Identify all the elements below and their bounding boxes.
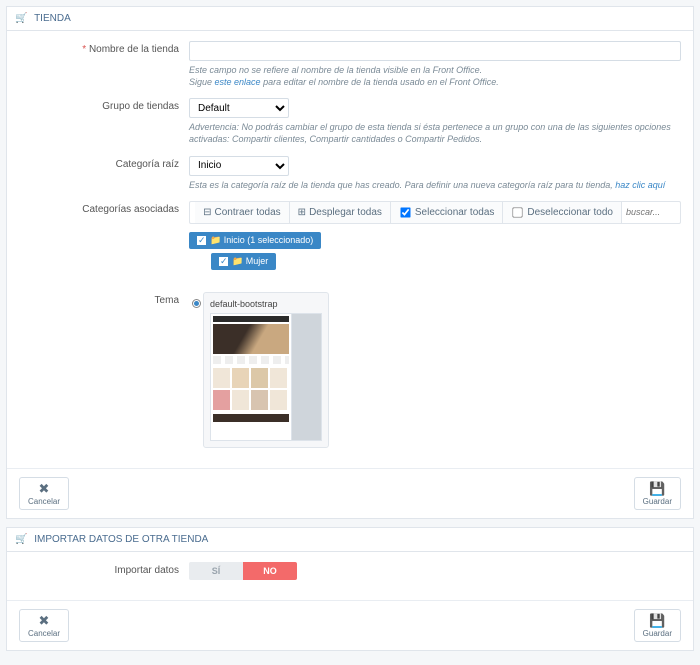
panel-import-header: 🛒 IMPORTAR DATOS DE OTRA TIENDA — [7, 528, 693, 552]
category-search-input[interactable] — [626, 207, 676, 217]
panel-tienda: 🛒 TIENDA * Nombre de la tienda Este camp… — [6, 6, 694, 519]
import-yes[interactable]: SÍ — [189, 562, 243, 580]
save-button[interactable]: 💾Guardar — [634, 609, 681, 642]
expand-all-button[interactable]: ⊞Desplegar todas — [289, 202, 390, 223]
folder-icon: 📁 — [210, 235, 224, 245]
tree-node-mujer[interactable]: 📁 Mujer — [211, 253, 276, 270]
label-store-name: * Nombre de la tienda — [19, 41, 189, 55]
collapse-icon: ⊟ — [203, 207, 211, 218]
label-store-group: Grupo de tiendas — [19, 98, 189, 112]
root-category-select[interactable]: Inicio — [189, 156, 289, 176]
import-no[interactable]: NO — [243, 562, 297, 580]
store-name-input[interactable] — [189, 41, 681, 61]
theme-option[interactable]: default-bootstrap — [203, 292, 329, 448]
label-assoc-categories: Categorías asociadas — [19, 201, 189, 215]
cancel-icon: ✖ — [39, 482, 50, 495]
cart-icon: 🛒 — [15, 534, 27, 545]
folder-icon: 📁 — [232, 256, 246, 266]
panel-import-title: IMPORTAR DATOS DE OTRA TIENDA — [34, 534, 208, 545]
label-import-data: Importar datos — [19, 562, 189, 576]
save-button[interactable]: 💾Guardar — [634, 477, 681, 510]
check-all-checkbox[interactable] — [400, 207, 410, 217]
category-search-wrap — [621, 202, 680, 223]
help-store-name: Este campo no se refiere al nombre de la… — [189, 64, 681, 88]
label-theme: Tema — [19, 292, 189, 306]
theme-radio[interactable] — [192, 299, 201, 308]
help-root-category: Esta es la categoría raíz de la tienda q… — [189, 179, 681, 191]
help-store-name-link[interactable]: este enlace — [215, 77, 261, 87]
tree-checkbox-root[interactable] — [197, 236, 206, 245]
uncheck-all-checkbox[interactable] — [513, 207, 523, 217]
cancel-button[interactable]: ✖Cancelar — [19, 609, 69, 642]
panel-import: 🛒 IMPORTAR DATOS DE OTRA TIENDA Importar… — [6, 527, 694, 651]
save-icon: 💾 — [649, 614, 665, 627]
check-all-button[interactable]: Seleccionar todas — [390, 202, 503, 223]
collapse-all-button[interactable]: ⊟Contraer todas — [195, 202, 289, 223]
help-store-group: Advertencia: No podrás cambiar el grupo … — [189, 121, 681, 145]
label-root-category: Categoría raíz — [19, 156, 189, 170]
tree-node-root[interactable]: 📁 Inicio (1 seleccionado) — [189, 232, 321, 249]
panel-tienda-header: 🛒 TIENDA — [7, 7, 693, 31]
theme-name: default-bootstrap — [210, 299, 322, 309]
store-group-select[interactable]: Default — [189, 98, 289, 118]
import-data-toggle[interactable]: SÍ NO — [189, 562, 297, 580]
save-icon: 💾 — [649, 482, 665, 495]
panel-tienda-title: TIENDA — [34, 13, 71, 24]
category-toolbar: ⊟Contraer todas ⊞Desplegar todas Selecci… — [189, 201, 681, 224]
theme-thumbnail — [210, 313, 322, 441]
category-tree: 📁 Inicio (1 seleccionado) 📁 Mujer — [189, 232, 681, 274]
cart-icon: 🛒 — [15, 13, 27, 24]
tree-checkbox-mujer[interactable] — [219, 257, 228, 266]
expand-icon: ⊞ — [298, 207, 306, 218]
uncheck-all-button[interactable]: Deseleccionar todo — [502, 202, 621, 223]
cancel-button[interactable]: ✖Cancelar — [19, 477, 69, 510]
cancel-icon: ✖ — [39, 614, 50, 627]
root-category-link[interactable]: haz clic aquí — [615, 180, 665, 190]
